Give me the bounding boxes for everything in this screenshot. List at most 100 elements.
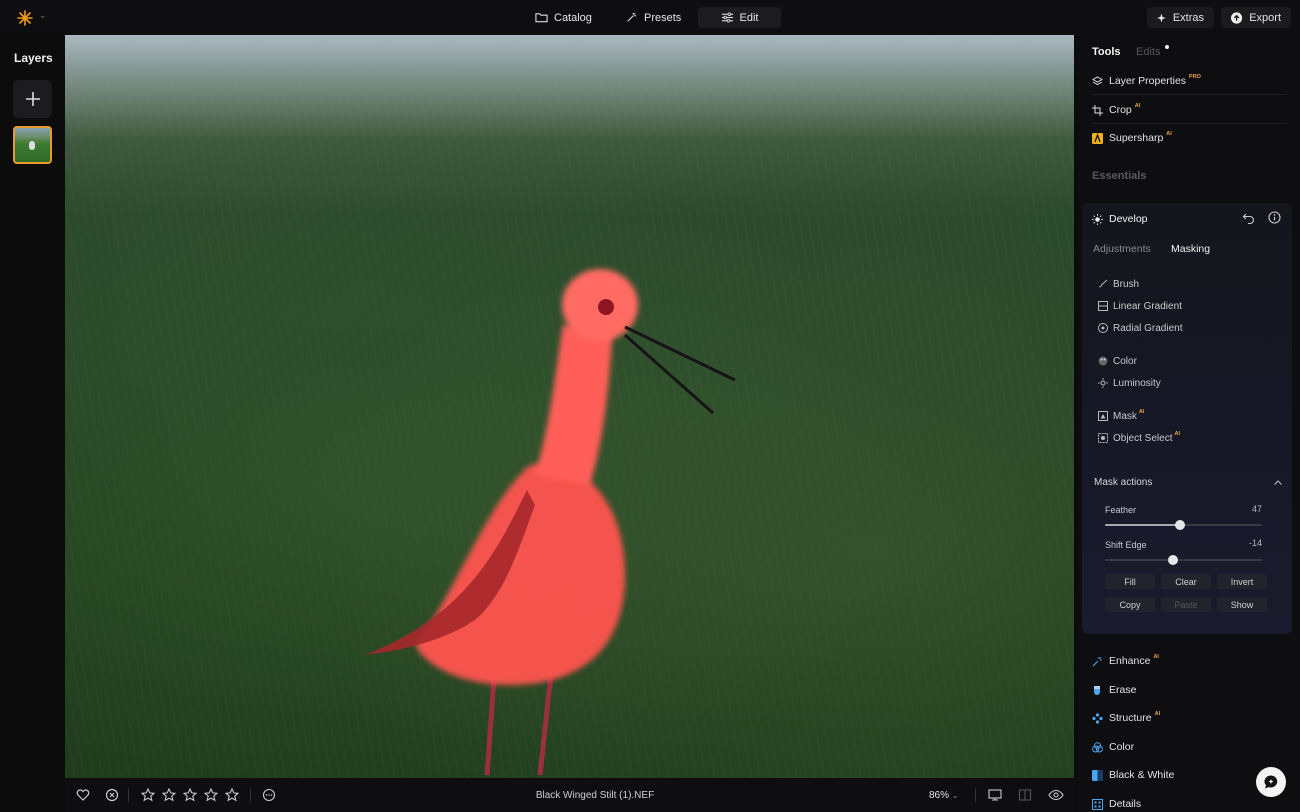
develop-title: Develop [1109,213,1148,225]
develop-header[interactable]: Develop [1092,212,1148,226]
tool-structure-label: Structure [1109,712,1152,724]
eraser-icon [1094,685,1100,695]
ai-badge: AI [1166,131,1172,137]
mask-tool-object-select[interactable]: Object Select AI [1098,431,1180,445]
mask-tool-color[interactable]: Color [1098,354,1137,368]
feather-slider-thumb[interactable] [1175,520,1185,530]
layer-thumbnail[interactable] [13,126,52,164]
tab-tools[interactable]: Tools [1092,46,1121,58]
shift-edge-value: -14 [1248,538,1262,548]
tool-crop[interactable]: Crop AI [1092,101,1140,119]
upload-circle-icon [1231,11,1243,24]
chat-bubble-icon [1264,775,1278,789]
mask-tool-mask-label: Mask [1113,410,1137,422]
extras-button[interactable]: Extras [1147,7,1214,28]
black-white-icon [1092,769,1103,781]
nav-presets[interactable]: Presets [615,7,691,28]
mask-tool-mask[interactable]: Mask AI [1098,409,1144,423]
app-logo-icon[interactable] [16,9,34,27]
mask-copy-button[interactable]: Copy [1105,597,1155,612]
plus-icon [25,92,40,106]
mask-tool-radial-gradient-label: Radial Gradient [1113,322,1183,334]
chevron-up-icon[interactable] [1273,478,1283,488]
enhance-icon [1092,656,1102,666]
image-canvas[interactable] [65,35,1074,778]
ai-badge: AI [1134,103,1141,109]
tool-enhance[interactable]: Enhance AI [1092,652,1159,670]
folder-icon [535,13,548,23]
shift-edge-label: Shift Edge [1105,540,1147,550]
tool-erase-label: Erase [1109,684,1137,696]
tool-supersharp[interactable]: Supersharp AI [1092,129,1172,147]
mask-actions-title: Mask actions [1094,477,1153,488]
split-view-icon[interactable] [1018,788,1032,802]
edits-indicator-dot [1165,45,1169,49]
mask-tool-linear-gradient[interactable]: Linear Gradient [1098,299,1182,313]
ai-badge: AI [1138,409,1145,415]
nav-catalog-label: Catalog [554,11,592,24]
mask-fill-button[interactable]: Fill [1105,574,1155,589]
sparkle-wand-icon [627,12,637,22]
tab-masking[interactable]: Masking [1171,243,1210,255]
zoom-level: 86% [929,790,950,801]
mask-tool-object-select-label: Object Select [1113,432,1173,444]
tool-structure[interactable]: Structure AI [1092,709,1160,727]
undo-icon[interactable] [1242,211,1255,224]
linear-gradient-icon [1098,301,1108,311]
nav-catalog[interactable]: Catalog [525,7,602,28]
divider [1092,94,1286,95]
bottom-bar: Black Winged Stilt (1).NEF 86% ⌄ [65,778,1074,812]
tab-edits[interactable]: Edits [1136,46,1160,58]
layers-stack-icon [1092,75,1103,85]
add-layer-button[interactable] [13,80,52,118]
mask-tool-brush-label: Brush [1113,278,1140,290]
tool-layer-properties[interactable]: Layer Properties PRO [1092,72,1201,90]
chevron-down-icon: ⌄ [951,791,959,800]
sliders-icon [721,12,733,23]
crop-icon [1092,104,1103,116]
tool-layer-properties-label: Layer Properties [1109,75,1187,87]
mask-show-button[interactable]: Show [1217,597,1267,612]
supersharp-icon [1092,132,1103,144]
feather-slider-fill [1105,524,1180,526]
tool-color-label: Color [1109,741,1135,753]
bird-mask-overlay [365,269,736,776]
export-button[interactable]: Export [1221,7,1291,28]
mask-tool-radial-gradient[interactable]: Radial Gradient [1098,321,1182,335]
shift-edge-slider[interactable] [1105,555,1262,565]
tab-adjustments[interactable]: Adjustments [1093,243,1151,255]
tool-erase[interactable]: Erase [1092,681,1136,699]
shift-edge-slider-thumb[interactable] [1168,555,1178,565]
sparkle-icon [1157,13,1166,22]
nav-edit[interactable]: Edit [698,7,781,28]
color-circles-icon [1092,741,1103,752]
chat-support-button[interactable] [1256,767,1286,797]
ai-badge: AI [1154,711,1161,717]
feather-slider[interactable] [1105,520,1262,530]
mask-clear-button[interactable]: Clear [1161,574,1211,589]
eye-icon[interactable] [1048,788,1064,802]
tool-details[interactable]: Details [1092,795,1141,812]
details-icon [1092,798,1103,810]
tool-color[interactable]: Color [1092,738,1134,756]
tool-black-white[interactable]: Black & White [1092,766,1174,784]
mask-paste-button[interactable]: Paste [1161,597,1211,612]
mask-tool-brush[interactable]: Brush [1098,277,1139,291]
chevron-down-icon[interactable]: ⌄ [39,10,47,21]
mask-icon [1098,411,1108,421]
mask-invert-button[interactable]: Invert [1217,574,1267,589]
zoom-level-dropdown[interactable]: 86% ⌄ [929,790,959,801]
pro-badge: PRO [1189,74,1201,80]
structure-icon [1092,712,1103,724]
compare-screen-icon[interactable] [988,788,1002,802]
tool-black-white-label: Black & White [1109,769,1175,781]
brush-icon [1098,279,1108,288]
file-name: Black Winged Stilt (1).NEF [535,790,655,801]
mask-tool-color-label: Color [1113,355,1137,367]
tool-enhance-label: Enhance [1109,655,1151,667]
export-label: Export [1249,11,1281,24]
info-icon[interactable] [1268,211,1281,224]
nav-presets-label: Presets [644,11,682,24]
mask-tool-luminosity[interactable]: Luminosity [1098,376,1161,390]
layers-title: Layers [14,51,53,65]
